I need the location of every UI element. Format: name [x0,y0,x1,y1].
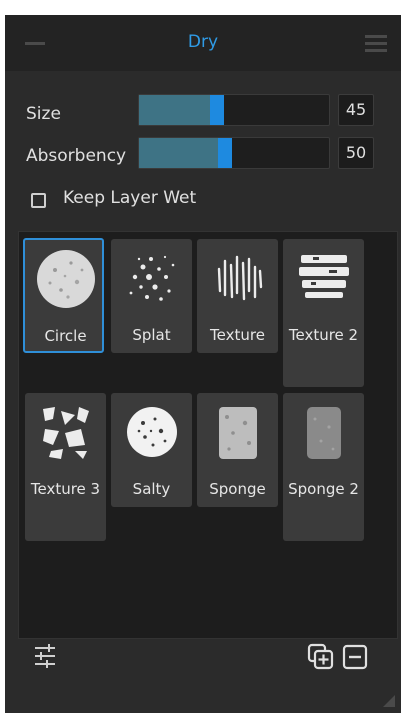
size-label: Size [26,104,61,124]
hamburger-menu-icon[interactable] [365,35,387,56]
size-value-field[interactable]: 45 [338,94,374,126]
size-slider-fill [139,95,210,125]
absorbency-value-field[interactable]: 50 [338,137,374,169]
preset-salty[interactable]: Salty [111,393,192,507]
dry-brush-panel: Dry Size 45 Absorbency 50 Keep Layer Wet… [5,15,401,713]
preset-label: Salty [132,480,171,498]
splat-brush-icon [129,255,175,301]
preset-label: Sponge [209,480,266,498]
panel-header: Dry [5,15,401,71]
preset-texture-2[interactable]: Texture 2 [283,239,364,387]
preset-splat[interactable]: Splat [111,239,192,353]
panel-title: Dry [187,32,219,52]
keep-layer-wet-checkbox[interactable] [31,193,46,208]
preset-label: Texture [210,326,265,344]
preset-sponge[interactable]: Sponge [197,393,278,507]
absorbency-slider[interactable] [138,137,330,169]
preset-label: Splat [132,326,171,344]
preset-label: Sponge 2 [288,480,359,498]
circle-brush-icon [37,250,95,308]
texture2-brush-icon [299,255,349,298]
preset-label: Texture 3 [30,480,101,498]
resize-grip-icon[interactable] [383,695,395,707]
sponge-brush-icon [219,407,257,459]
keep-layer-wet-label: Keep Layer Wet [63,188,197,208]
absorbency-slider-fill [139,138,218,168]
preset-circle[interactable]: Circle [23,238,104,353]
preset-texture[interactable]: Texture [197,239,278,353]
salty-brush-icon [127,407,177,457]
preset-sponge-2[interactable]: Sponge 2 [283,393,364,541]
texture3-brush-icon [43,407,89,459]
size-slider-handle[interactable] [210,95,224,125]
size-slider[interactable] [138,94,330,126]
preset-texture-3[interactable]: Texture 3 [25,393,106,541]
absorbency-label: Absorbency [26,146,127,166]
remove-preset-icon[interactable] [342,644,368,670]
duplicate-preset-icon[interactable] [307,643,335,671]
texture-brush-icon [217,255,263,301]
preset-grid: Circle Splat Texture Texture 2 Texture 3… [18,231,398,639]
preset-label: Texture 2 [288,326,359,344]
absorbency-slider-handle[interactable] [218,138,232,168]
preset-label: Circle [44,327,87,345]
sponge2-brush-icon [307,407,341,459]
sliders-settings-icon[interactable] [33,643,57,669]
